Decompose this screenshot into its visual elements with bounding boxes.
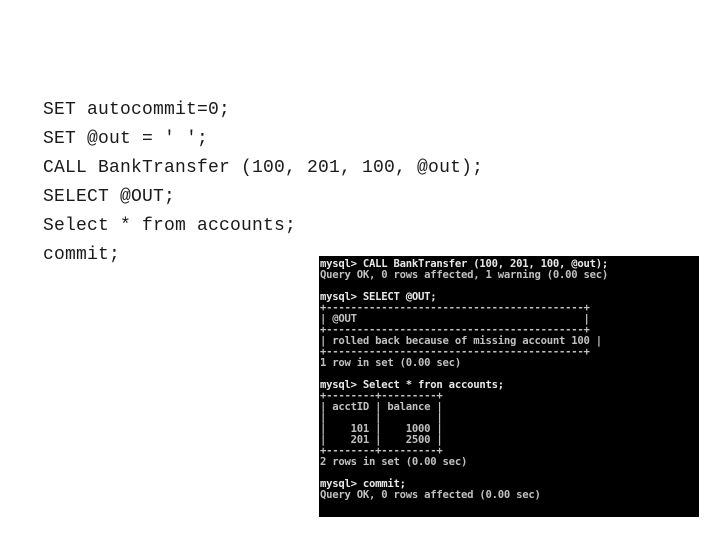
sql-line-set-out: SET @out = ' '; [43,129,209,149]
sql-line-select-accounts: Select * from accounts; [43,216,297,236]
sql-script-listing: SET autocommit=0; SET @out = ' '; CALL B… [43,96,483,270]
console-output: mysql> CALL BankTransfer (100, 201, 100,… [320,259,608,501]
console-row-count: 2 rows in set (0.00 sec) [320,456,468,468]
console-query-ok: Query OK, 0 rows affected (0.00 sec) [320,489,541,501]
sql-line-set-autocommit: SET autocommit=0; [43,100,231,120]
console-row-count: 1 row in set (0.00 sec) [320,357,461,369]
sql-line-call-banktransfer: CALL BankTransfer (100, 201, 100, @out); [43,158,484,178]
mysql-console-screenshot: mysql> CALL BankTransfer (100, 201, 100,… [319,256,699,517]
sql-line-select-out: SELECT @OUT; [43,187,176,207]
console-query-ok: Query OK, 0 rows affected, 1 warning (0.… [320,269,609,281]
